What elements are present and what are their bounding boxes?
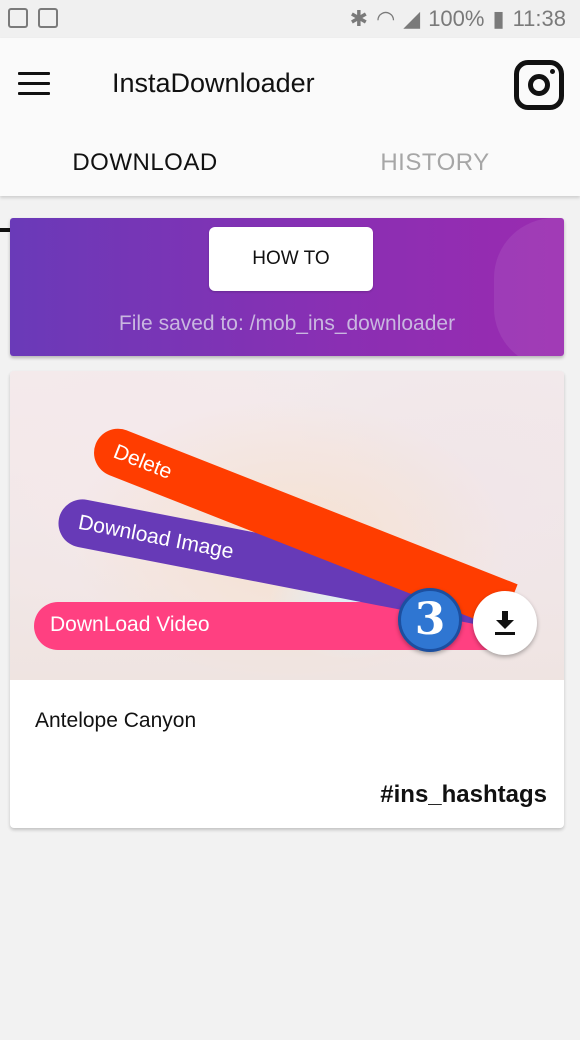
app-title: InstaDownloader — [112, 68, 315, 98]
download-icon — [495, 611, 515, 635]
save-path-text: File saved to: /mob_ins_downloader — [118, 312, 456, 335]
gallery-icon — [8, 8, 28, 28]
wifi-icon: ◠ — [376, 6, 396, 31]
tab-history[interactable]: HISTORY — [290, 138, 580, 194]
clock: 11:38 — [512, 6, 566, 31]
battery-icon: ▮ — [492, 6, 505, 31]
step-badge: 3 — [398, 588, 462, 652]
instagram-icon[interactable] — [514, 60, 564, 110]
post-card: DownLoad Video Download Image Delete 3 A… — [10, 371, 564, 828]
info-banner: HOW TO File saved to: /mob_ins_downloade… — [10, 218, 564, 356]
signal-icon: ◢ — [403, 6, 421, 31]
app-bar: InstaDownloader DOWNLOAD HISTORY — [0, 38, 580, 232]
post-caption: Antelope Canyon — [35, 709, 197, 732]
screenshot-icon — [38, 8, 58, 28]
tab-download[interactable]: DOWNLOAD — [0, 138, 290, 194]
download-fab-button[interactable] — [473, 591, 537, 655]
how-to-button[interactable]: HOW TO — [209, 227, 373, 291]
post-hashtag[interactable]: #ins_hashtags — [380, 781, 547, 809]
battery-level: 100% — [428, 6, 485, 31]
hamburger-menu-icon[interactable] — [18, 72, 50, 96]
bluetooth-icon: ✱ — [349, 6, 369, 31]
fan-item-video-label: DownLoad Video — [50, 613, 210, 636]
status-bar: ✱ ◠ ◢ 100% ▮ 11:38 — [0, 0, 580, 38]
